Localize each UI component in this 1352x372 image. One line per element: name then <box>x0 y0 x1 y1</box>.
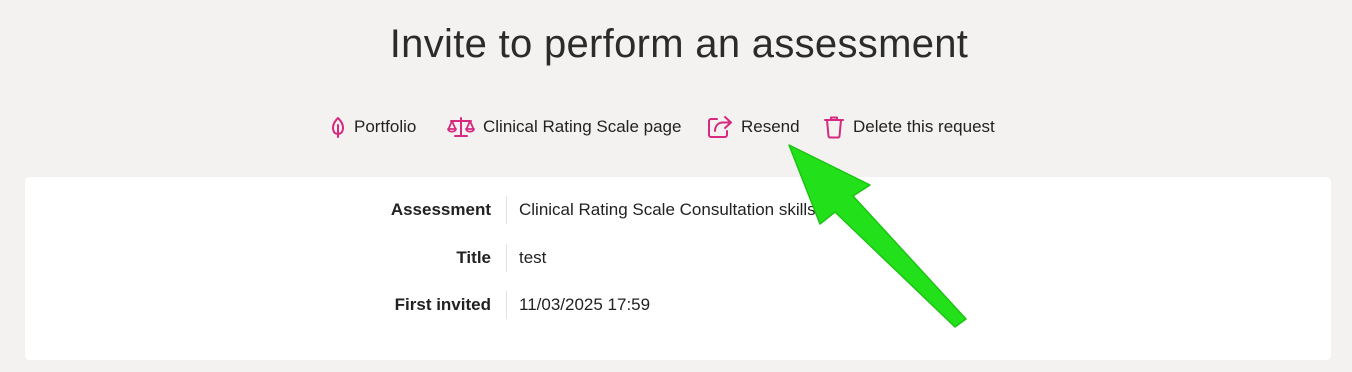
delete-request-button[interactable]: Delete this request <box>823 112 995 142</box>
delete-request-label: Delete this request <box>853 117 995 136</box>
row-divider <box>506 244 507 272</box>
clinical-rating-scale-page-link[interactable]: Clinical Rating Scale page <box>447 112 681 142</box>
portfolio-link[interactable]: Portfolio <box>330 112 416 142</box>
trash-icon <box>823 115 845 139</box>
row-divider <box>506 196 507 224</box>
leaf-icon <box>330 116 346 138</box>
invitation-details-card: Assessment Clinical Rating Scale Consult… <box>25 177 1331 360</box>
row-divider <box>506 291 507 319</box>
scales-icon <box>447 116 475 138</box>
action-bar: Portfolio Clinical Rating Scale page Res <box>0 112 1352 142</box>
detail-row-assessment: Assessment Clinical Rating Scale Consult… <box>25 195 1331 225</box>
page-title: Invite to perform an assessment <box>389 22 969 66</box>
detail-row-title: Title test <box>25 243 1331 273</box>
detail-row-first-invited: First invited 11/03/2025 17:59 <box>25 290 1331 320</box>
detail-value: Clinical Rating Scale Consultation skill… <box>519 200 816 219</box>
detail-label: Title <box>456 248 491 267</box>
resend-button[interactable]: Resend <box>707 112 800 142</box>
portfolio-label: Portfolio <box>354 117 417 136</box>
clinical-rating-scale-page-label: Clinical Rating Scale page <box>483 117 682 136</box>
resend-label: Resend <box>741 117 800 136</box>
detail-label: Assessment <box>390 200 491 219</box>
detail-value: test <box>519 248 547 267</box>
share-icon <box>707 115 733 139</box>
detail-label: First invited <box>394 295 491 314</box>
detail-value: 11/03/2025 17:59 <box>519 295 651 314</box>
